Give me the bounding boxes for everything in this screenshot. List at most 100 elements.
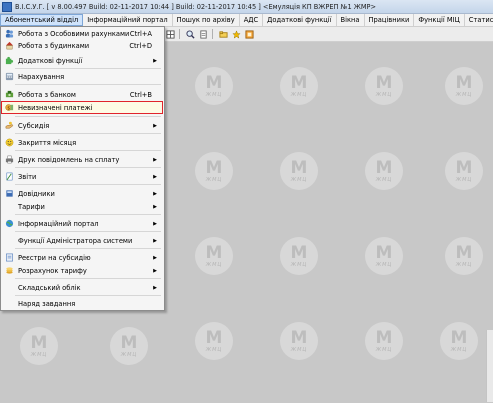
menu-item-reiestry-na-subsydiiu[interactable]: Реєстри на субсидію ▶ [2,252,162,263]
menu-item-informatsiinyi-portal[interactable]: Інформаційний портал ▶ [2,218,162,229]
app-icon [2,1,12,12]
toolbar-separator [179,29,180,39]
menu-separator [15,295,161,296]
submenu-arrow-icon: ▶ [153,156,157,163]
menu-separator [15,167,161,168]
menu-item-druk-povidomlen[interactable]: Друк повідомлень на сплату ▶ [2,154,162,165]
menu-separator [15,214,161,215]
folder-icon[interactable] [218,29,229,39]
menu-dodatkovi-funktsii[interactable]: Додаткові функції [263,14,337,26]
menu-item-label: Звіти [18,172,37,181]
submenu-arrow-icon: ▶ [153,203,157,210]
watermark-logo: М ЖМЦ [195,237,233,275]
svg-text:$: $ [7,105,10,111]
menu-item-label: Наряд завдання [18,299,76,308]
smiley-icon [4,138,14,148]
menu-separator [15,68,161,69]
menu-item-label: Тарифи [18,202,45,211]
menu-statystyka[interactable]: Статистика [465,14,493,26]
menu-item-robota-z-bankom[interactable]: Робота з банком Ctrl+B [2,89,162,100]
watermark-logo: М ЖМЦ [280,67,318,105]
watermark-logo: М ЖМЦ [445,67,483,105]
menu-pratsivnyky[interactable]: Працівники [365,14,415,26]
watermark-logo: М ЖМЦ [195,67,233,105]
menu-separator [15,84,161,85]
menu-funktsii-mits[interactable]: Функції МІЦ [414,14,465,26]
menu-item-zakryttia-misiatsia[interactable]: Закриття місяця [2,137,162,148]
menu-item-label: Робота з будинками [18,41,90,50]
menu-item-osobovi-rakhunky[interactable]: Робота з Особовими рахунками Ctrl+A [2,28,162,39]
submenu-arrow-icon: ▶ [153,284,157,291]
money-icon: $ [4,103,14,113]
window-title: В.І.С.У.Г. [ v 8.00.497 Build: 02-11-201… [15,2,377,11]
menu-item-dodatkovi-funktsii[interactable]: Додаткові функції ▶ [2,55,162,66]
printer-icon [4,155,14,165]
menu-item-label: Функції Адміністратора системи [18,236,133,245]
menu-item-budynky[interactable]: Робота з будинками Ctrl+D [2,40,162,51]
menu-item-rozrakhunok-taryfu[interactable]: Розрахунок тарифу ▶ [2,265,162,276]
menu-vikna[interactable]: Вікна [337,14,365,26]
menu-item-label: Інформаційний портал [18,219,99,228]
menu-item-shortcut: Ctrl+A [129,29,152,38]
watermark-logo: М ЖМЦ [365,322,403,360]
bank-icon [4,90,14,100]
submenu-arrow-icon: ▶ [153,237,157,244]
watermark-logo: М ЖМЦ [195,152,233,190]
watermark-logo: М ЖМЦ [445,152,483,190]
watermark-logo: М ЖМЦ [365,67,403,105]
menu-item-funktsii-administratora[interactable]: Функції Адміністратора системи ▶ [2,235,162,246]
watermark-logo: М ЖМЦ [110,327,148,365]
menu-item-label: Субсидія [18,121,50,130]
vertical-scrollbar[interactable] [486,330,493,402]
abonentskyi-viddil-dropdown: Робота з Особовими рахунками Ctrl+A Робо… [0,26,165,311]
grid-icon[interactable] [165,29,176,39]
menu-item-label: Робота з Особовими рахунками [18,29,130,38]
submenu-arrow-icon: ▶ [153,173,157,180]
watermark-logo: М ЖМЦ [280,152,318,190]
menu-separator [15,278,161,279]
menu-item-narakhuvannia[interactable]: Нарахування [2,71,162,82]
menu-separator [15,184,161,185]
star-icon[interactable] [231,29,242,39]
menu-item-label: Додаткові функції [18,56,83,65]
submenu-arrow-icon: ▶ [153,190,157,197]
magnifier-icon[interactable] [185,29,196,39]
menu-abonentskyi-viddil[interactable]: Абонентський відділ [0,14,84,26]
menu-item-label: Розрахунок тарифу [18,266,87,275]
watermark-logo: М ЖМЦ [280,322,318,360]
menu-separator [15,248,161,249]
report-icon [4,172,14,182]
menu-item-skladskyi-oblik[interactable]: Складський облік ▶ [2,282,162,293]
menu-separator [15,231,161,232]
menu-separator [15,150,161,151]
watermark-logo: М ЖМЦ [195,322,233,360]
menu-informatsiinyi-portal[interactable]: Інформаційний портал [83,14,173,26]
menu-separator [15,116,161,117]
coins-icon [4,266,14,276]
document-icon[interactable] [198,29,209,39]
menu-item-nevyznacheni-platezhi[interactable]: $ Невизначені платежі [1,101,163,114]
menu-item-subsydiia[interactable]: Субсидія ▶ [2,120,162,131]
house-icon [4,41,14,51]
menu-item-label: Нарахування [18,72,65,81]
book-icon [4,189,14,199]
menu-item-taryfy[interactable]: Тарифи ▶ [2,201,162,212]
submenu-arrow-icon: ▶ [153,220,157,227]
menu-item-label: Довідники [18,189,55,198]
puzzle-icon [4,56,14,66]
submenu-arrow-icon: ▶ [153,254,157,261]
submenu-arrow-icon: ▶ [153,267,157,274]
palette-icon[interactable] [244,29,255,39]
watermark-logo: М ЖМЦ [365,237,403,275]
watermark-logo: М ЖМЦ [365,152,403,190]
menu-item-label: Реєстри на субсидію [18,253,91,262]
submenu-arrow-icon: ▶ [153,57,157,64]
title-bar: В.І.С.У.Г. [ v 8.00.497 Build: 02-11-201… [0,0,493,14]
menu-item-dovidnyky[interactable]: Довідники ▶ [2,188,162,199]
menu-poshuk-po-arkhivu[interactable]: Пошук по архіву [173,14,240,26]
menu-item-zvity[interactable]: Звіти ▶ [2,171,162,182]
menu-ads[interactable]: АДС [240,14,264,26]
people-icon [4,29,14,39]
menu-item-nariad-zavdannia[interactable]: Наряд завдання [2,298,162,309]
menu-item-label: Робота з банком [18,90,76,99]
